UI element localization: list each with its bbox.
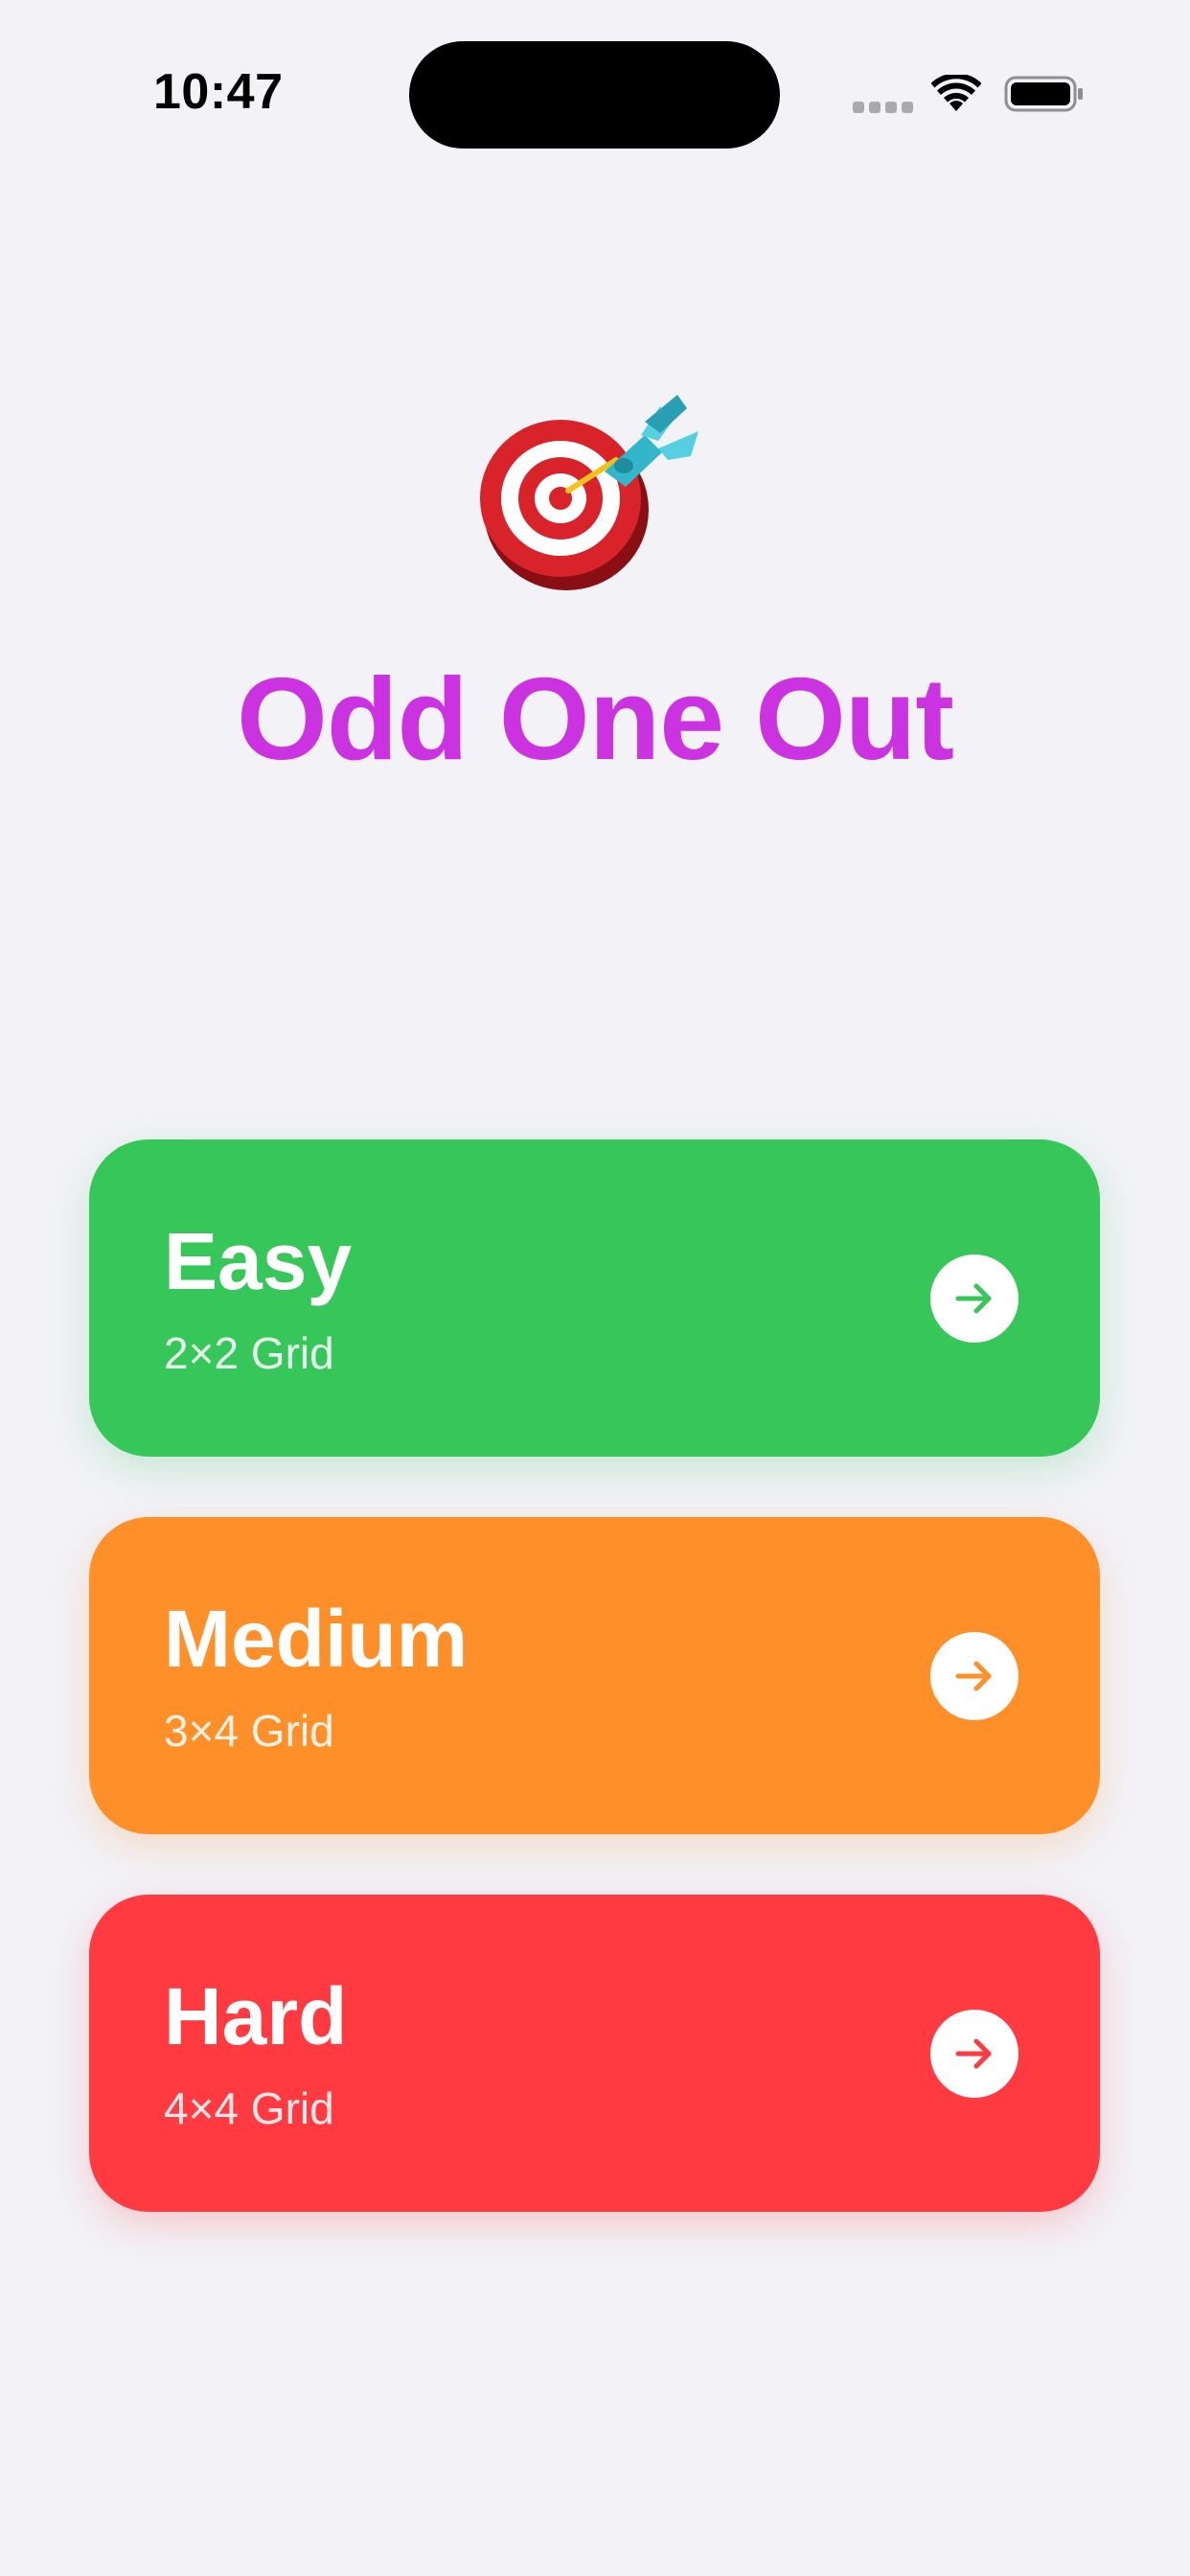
level-title: Hard xyxy=(164,1971,348,2061)
cellular-signal-icon xyxy=(853,102,913,115)
status-bar: 10:47 xyxy=(0,0,1190,192)
level-grid-size: 2×2 Grid xyxy=(164,1328,334,1378)
app-title: Odd One Out xyxy=(236,654,954,784)
dynamic-island xyxy=(409,41,780,149)
arrow-right-circle-icon xyxy=(930,2010,1018,2098)
level-title: Easy xyxy=(164,1216,353,1306)
medium-level-button[interactable]: Medium 3×4 Grid xyxy=(89,1517,1100,1834)
easy-level-button[interactable]: Easy 2×2 Grid xyxy=(89,1139,1100,1457)
hard-level-button[interactable]: Hard 4×4 Grid xyxy=(89,1895,1100,2212)
arrow-right-circle-icon xyxy=(930,1254,1018,1343)
arrow-right-circle-icon xyxy=(930,1632,1018,1720)
status-time: 10:47 xyxy=(153,64,284,120)
level-grid-size: 3×4 Grid xyxy=(164,1706,334,1756)
wifi-icon xyxy=(931,75,981,111)
battery-icon xyxy=(1004,76,1083,112)
level-title: Medium xyxy=(164,1594,469,1684)
target-with-dart-icon xyxy=(480,395,698,590)
level-grid-size: 4×4 Grid xyxy=(164,2083,334,2133)
